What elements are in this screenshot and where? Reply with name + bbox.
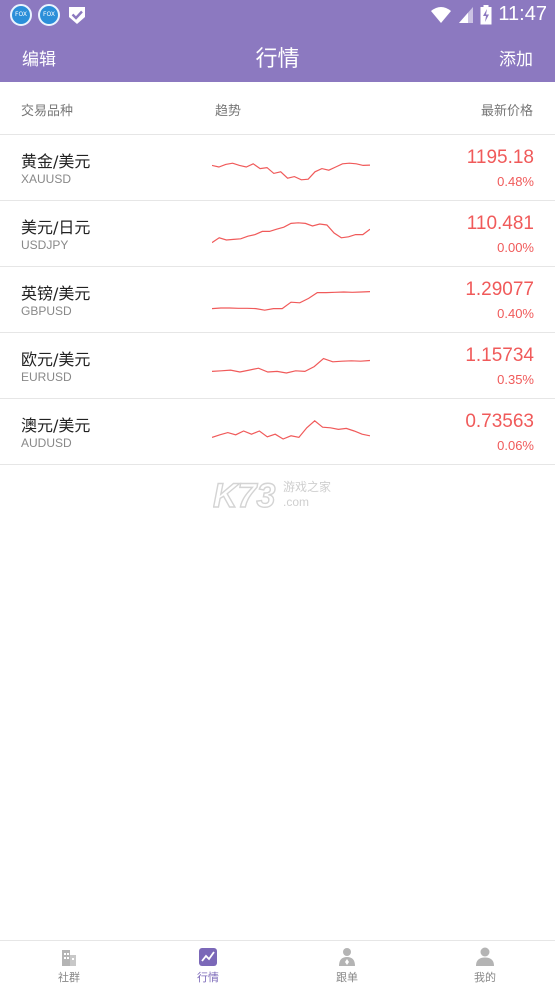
shield-check-icon: [69, 7, 85, 24]
quote-name: 欧元/美元: [21, 350, 91, 369]
site-watermark: K73 游戏之家 .com: [213, 476, 331, 512]
watermark-brand: K73: [213, 477, 275, 512]
signal-icon: [459, 6, 474, 23]
status-bar: FOX FOX 11:47: [0, 0, 555, 30]
app-notification-icon: FOX: [38, 4, 60, 26]
nav-label-market: 行情: [197, 971, 219, 984]
quote-code: USDJPY: [21, 238, 69, 252]
trend-line: [212, 162, 370, 181]
trend-line: [212, 420, 370, 440]
trend-sparkline: [212, 222, 370, 244]
quote-price: 1.15734: [465, 345, 534, 366]
follow-icon: [339, 948, 355, 966]
trend-line: [212, 222, 370, 244]
quote-name: 黄金/美元: [21, 152, 91, 171]
quote-name: 英镑/美元: [21, 284, 91, 303]
trend-line: [212, 357, 370, 374]
column-header: 交易品种 趋势 最新价格: [0, 82, 555, 135]
quote-price: 1.29077: [465, 279, 534, 300]
title-bar: 编辑 行情 添加: [0, 30, 555, 82]
column-price: 最新价格: [480, 104, 533, 119]
quote-change: 0.35%: [497, 372, 534, 387]
quote-row-eurusd[interactable]: 欧元/美元 EURUSD 1.15734 0.35%: [0, 333, 555, 399]
battery-icon: [480, 4, 492, 24]
column-name: 交易品种: [21, 104, 74, 119]
quote-code: EURUSD: [21, 370, 72, 384]
quote-list: 黄金/美元 XAUUSD 1195.18 0.48% 美元/日元 USDJPY …: [0, 135, 555, 465]
trend-sparkline: [212, 420, 370, 440]
trend-sparkline: [212, 357, 370, 374]
quote-name: 澳元/美元: [21, 416, 91, 435]
quote-change: 0.06%: [497, 438, 534, 453]
nav-label-mine: 我的: [474, 971, 496, 984]
quote-code: XAUUSD: [21, 172, 72, 186]
wifi-icon: [431, 6, 452, 23]
watermark-subtitle: 游戏之家: [283, 479, 331, 494]
nav-label-follow: 跟单: [336, 971, 358, 984]
nav-tab-market[interactable]: 行情: [168, 947, 248, 985]
quote-price: 1195.18: [466, 147, 534, 168]
quote-row-xauusd[interactable]: 黄金/美元 XAUUSD 1195.18 0.48%: [0, 135, 555, 201]
quote-name: 美元/日元: [21, 218, 91, 237]
page-title: 行情: [255, 47, 300, 72]
user-icon: [476, 947, 494, 966]
trend-line: [212, 291, 370, 311]
nav-tab-community[interactable]: 社群: [29, 947, 109, 985]
quote-price: 110.481: [466, 213, 534, 234]
quote-change: 0.40%: [497, 306, 534, 321]
status-notifications: FOX FOX: [10, 4, 88, 26]
trend-sparkline: [212, 291, 370, 311]
column-trend: 趋势: [215, 104, 242, 119]
watermark-domain: .com: [283, 495, 309, 509]
chart-icon: [199, 948, 217, 966]
quote-code: GBPUSD: [21, 304, 72, 318]
bottom-nav: 社群 行情 跟单 我的: [0, 940, 555, 988]
trend-sparkline: [212, 162, 370, 181]
quote-row-gbpusd[interactable]: 英镑/美元 GBPUSD 1.29077 0.40%: [0, 267, 555, 333]
quote-price: 0.73563: [465, 411, 534, 432]
quote-row-audusd[interactable]: 澳元/美元 AUDUSD 0.73563 0.06%: [0, 399, 555, 465]
status-time: 11:47: [498, 3, 547, 25]
nav-tab-follow[interactable]: 跟单: [307, 947, 387, 985]
app-notification-icon: FOX: [10, 4, 32, 26]
building-icon: [62, 950, 76, 966]
add-button[interactable]: 添加: [499, 45, 533, 70]
quote-change: 0.48%: [497, 174, 534, 189]
nav-label-community: 社群: [58, 971, 80, 984]
quote-change: 0.00%: [497, 240, 534, 255]
nav-tab-mine[interactable]: 我的: [445, 947, 525, 985]
quote-row-usdjpy[interactable]: 美元/日元 USDJPY 110.481 0.00%: [0, 201, 555, 267]
quote-code: AUDUSD: [21, 436, 72, 450]
status-system: 11:47: [430, 3, 547, 26]
